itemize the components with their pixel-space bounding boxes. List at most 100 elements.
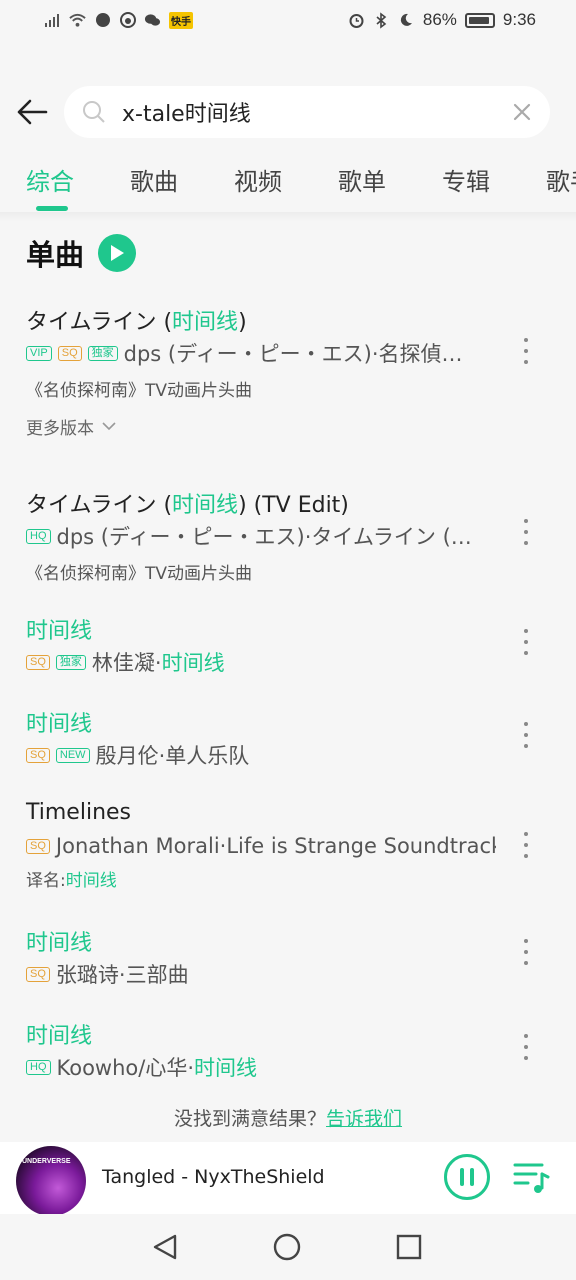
song-meta: SQ 独家 林佳凝·时间线 xyxy=(26,647,225,677)
sq-tag: SQ xyxy=(26,654,50,670)
song-artist: Koowho/心华·时间线 xyxy=(56,1056,258,1080)
nav-back-button[interactable] xyxy=(150,1232,180,1262)
more-options-button[interactable] xyxy=(516,336,536,366)
song-meta: SQ NEW 殷月伦·单人乐队 xyxy=(26,740,249,770)
song-artist: Jonathan Morali·Life is Strange Soundtra… xyxy=(55,834,496,858)
tab-artists[interactable]: 歌手 xyxy=(546,162,576,197)
song-description: 《名侦探柯南》TV动画片头曲 xyxy=(26,381,253,401)
wechat-icon xyxy=(144,12,161,29)
vip-tag: VIP xyxy=(26,345,52,361)
cover-text: UNDERVERSE xyxy=(22,1158,71,1165)
hq-tag: HQ xyxy=(26,528,51,544)
now-playing-title: Tangled - NyxTheShield xyxy=(102,1166,325,1188)
do-not-disturb-icon xyxy=(398,12,415,29)
tab-overview[interactable]: 综合 xyxy=(26,162,74,197)
song-artist: 林佳凝·时间线 xyxy=(91,651,225,675)
chevron-down-icon xyxy=(102,422,116,431)
tab-indicator xyxy=(36,206,68,211)
close-icon xyxy=(513,103,531,121)
tab-albums[interactable]: 专辑 xyxy=(442,162,490,197)
wifi-icon xyxy=(69,12,86,29)
result-tabs: 综合 歌曲 视频 歌单 专辑 歌手 xyxy=(0,150,576,214)
section-header: 单曲 xyxy=(26,232,137,274)
back-arrow-icon xyxy=(17,99,48,125)
section-title: 单曲 xyxy=(26,238,85,272)
sq-tag: SQ xyxy=(26,966,50,982)
weibo-icon xyxy=(119,12,136,29)
play-all-button[interactable] xyxy=(98,234,137,272)
more-options-button[interactable] xyxy=(516,517,536,547)
song-item[interactable]: 时间线 SQ 独家 林佳凝·时间线 xyxy=(0,613,576,683)
globe-icon xyxy=(94,12,111,29)
back-button[interactable] xyxy=(14,92,50,132)
search-icon xyxy=(80,98,108,126)
song-meta: HQ Koowho/心华·时间线 xyxy=(26,1052,257,1082)
song-title: タイムライン (时间线) (TV Edit) xyxy=(26,493,349,518)
album-cover[interactable]: UNDERVERSE xyxy=(16,1146,86,1216)
tabs-divider xyxy=(0,212,576,222)
sq-tag: SQ xyxy=(26,747,50,763)
song-item[interactable]: 时间线 SQ NEW 殷月伦·单人乐队 xyxy=(0,706,576,776)
more-options-button[interactable] xyxy=(516,937,536,967)
song-item[interactable]: タイムライン (时间线) VIP SQ 独家 dps (ディー・ピー・エス)·名… xyxy=(0,304,576,401)
song-description: 《名侦探柯南》TV动画片头曲 xyxy=(26,564,253,584)
status-bar: 快手 86% 9:36 xyxy=(0,0,576,40)
song-meta: SQ Jonathan Morali·Life is Strange Sound… xyxy=(26,834,496,858)
song-meta: VIP SQ 独家 dps (ディー・ピー・エス)·名探偵… xyxy=(26,338,463,368)
hq-tag: HQ xyxy=(26,1059,51,1075)
song-artist: dps (ディー・ピー・エス)·タイムライン (… xyxy=(56,525,472,549)
bluetooth-icon xyxy=(373,11,390,29)
nav-recents-button[interactable] xyxy=(394,1232,424,1262)
song-item[interactable]: Timelines SQ Jonathan Morali·Life is Str… xyxy=(0,800,576,892)
song-title: 时间线 xyxy=(26,1024,93,1049)
song-item[interactable]: タイムライン (时间线) (TV Edit) HQ dps (ディー・ピー・エス… xyxy=(0,487,576,584)
clock: 9:36 xyxy=(502,10,536,29)
feedback-link[interactable]: 告诉我们 xyxy=(326,1108,402,1130)
pause-icon xyxy=(460,1168,464,1186)
more-options-button[interactable] xyxy=(516,720,536,750)
battery-percent: 86% xyxy=(422,10,457,29)
song-title: 时间线 xyxy=(26,712,93,737)
clear-search-button[interactable] xyxy=(508,98,536,126)
more-versions-button[interactable]: 更多版本 xyxy=(26,414,116,439)
song-meta: SQ 张璐诗·三部曲 xyxy=(26,959,189,989)
more-options-button[interactable] xyxy=(516,1032,536,1062)
system-nav-bar xyxy=(0,1214,576,1280)
battery-icon xyxy=(464,12,495,28)
triangle-back-icon xyxy=(153,1234,177,1260)
song-meta: HQ dps (ディー・ピー・エス)·タイムライン (… xyxy=(26,521,472,551)
song-artist: 殷月伦·单人乐队 xyxy=(95,744,250,768)
circle-home-icon xyxy=(273,1233,301,1261)
search-input[interactable] xyxy=(122,99,482,125)
sq-tag: SQ xyxy=(57,345,82,361)
song-description: 译名:时间线 xyxy=(26,871,117,891)
play-icon xyxy=(111,245,125,261)
tab-songs[interactable]: 歌曲 xyxy=(130,162,178,197)
exclusive-tag: 独家 xyxy=(87,345,118,361)
feedback-text: 没找到满意结果？ xyxy=(173,1108,326,1130)
exclusive-tag: 独家 xyxy=(55,654,86,670)
more-options-button[interactable] xyxy=(516,627,536,657)
nav-home-button[interactable] xyxy=(272,1232,302,1262)
new-tag: NEW xyxy=(55,747,90,763)
alarm-icon xyxy=(348,12,365,29)
song-title: Timelines xyxy=(26,800,132,825)
sq-tag: SQ xyxy=(26,838,50,854)
feedback-prompt: 没找到满意结果？告诉我们 xyxy=(0,1104,576,1131)
pause-button[interactable] xyxy=(444,1154,490,1200)
tab-playlists[interactable]: 歌单 xyxy=(338,162,386,197)
song-title: 时间线 xyxy=(26,619,93,644)
app-notification-badge: 快手 xyxy=(169,11,193,29)
more-options-button[interactable] xyxy=(516,830,536,860)
song-title: 时间线 xyxy=(26,931,93,956)
playlist-button[interactable] xyxy=(512,1160,552,1196)
search-box[interactable] xyxy=(64,86,550,138)
song-title: タイムライン (时间线) xyxy=(26,310,247,335)
tab-videos[interactable]: 视频 xyxy=(234,162,282,197)
signal-icon xyxy=(44,12,61,29)
song-artist: 张璐诗·三部曲 xyxy=(55,963,189,987)
square-recents-icon xyxy=(396,1234,422,1260)
song-item[interactable]: 时间线 HQ Koowho/心华·时间线 xyxy=(0,1018,576,1088)
song-item[interactable]: 时间线 SQ 张璐诗·三部曲 xyxy=(0,925,576,995)
mini-player[interactable]: UNDERVERSE Tangled - NyxTheShield xyxy=(0,1142,576,1216)
